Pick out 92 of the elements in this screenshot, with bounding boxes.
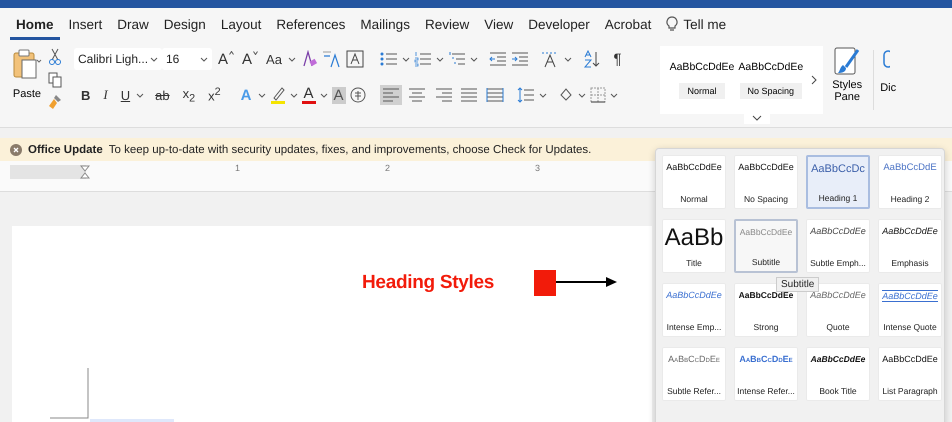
bullets-icon[interactable] (380, 51, 398, 67)
format-button[interactable]: x$^{2}$ (206, 86, 223, 104)
chevron-icon (200, 56, 208, 62)
font-color-button[interactable]: A (302, 86, 316, 104)
chevron-icon[interactable] (538, 92, 547, 98)
ruler-number: 3 (535, 163, 540, 173)
tooltip: Subtitle (776, 277, 820, 292)
chevron-icon[interactable] (136, 92, 144, 98)
multilevel-list-icon[interactable] (448, 51, 466, 67)
style-option[interactable]: AaBbCcDc Heading 1 (806, 155, 870, 209)
style-option[interactable]: AaBbCcDdEe Normal (662, 155, 726, 209)
styles-pane-button[interactable]: Styles Pane (827, 46, 868, 104)
style-option[interactable]: AaBbCcDdEe Subtle Emph... (806, 219, 870, 273)
scissors-icon[interactable] (49, 48, 61, 66)
ribbon-tab[interactable]: Acrobat (598, 10, 658, 40)
grow-font-button[interactable]: A (216, 50, 236, 68)
style-option[interactable]: AaBbCcDdEe No Spacing (734, 155, 798, 209)
update-message: To keep up-to-date with security updates, fixes, and improvements, choose Check for Updates. (108, 144, 592, 156)
style-option[interactable]: AaBbCcDdEe No Spacing (738, 61, 804, 99)
ribbon-tab[interactable]: Design (158, 10, 212, 40)
chevron-down-icon[interactable] (744, 112, 770, 124)
format-button[interactable]: U (118, 88, 132, 102)
format-button[interactable]: B (79, 88, 92, 102)
chevron-icon[interactable] (564, 56, 572, 62)
style-option[interactable]: AaBbCcDdEe Book Title (806, 347, 870, 401)
copy-icon[interactable] (48, 72, 62, 88)
ribbon-tab[interactable]: Review (418, 10, 476, 40)
clipboard-icon (12, 48, 42, 80)
numbering-icon[interactable] (414, 51, 432, 67)
chevron-icon (150, 56, 158, 62)
ribbon-tab[interactable]: Layout (214, 10, 268, 40)
paste-button[interactable]: Paste (10, 46, 44, 110)
phonetic-guide-icon[interactable] (322, 50, 342, 68)
margin-corner-icon (50, 368, 90, 420)
caret-up-icon (229, 50, 234, 54)
show-formatting-button[interactable]: ¶ (612, 50, 624, 68)
style-option[interactable]: AaBbCcDdEe List Paragraph (878, 347, 942, 401)
chevron-icon[interactable] (402, 56, 410, 62)
ruler-number: 1 (235, 163, 240, 173)
lightbulb-icon (666, 16, 678, 32)
character-border-icon[interactable] (346, 50, 364, 68)
chevron-icon[interactable] (320, 92, 328, 98)
ruler-number: 2 (385, 163, 390, 173)
chevron-icon[interactable] (470, 56, 478, 62)
ribbon-tab[interactable]: Draw (111, 10, 155, 40)
style-option[interactable]: AaBbCcDdEe Intense Emp... (662, 283, 726, 337)
ribbon-tab[interactable]: Mailings (354, 10, 416, 40)
indent-marker-icon[interactable] (80, 165, 90, 179)
font-name-dropdown[interactable]: Calibri Ligh... (74, 48, 162, 70)
chevron-icon[interactable] (258, 92, 266, 98)
ribbon-tab[interactable]: Insert (62, 10, 108, 40)
paintbrush-icon[interactable] (48, 94, 62, 110)
format-button[interactable]: I (101, 87, 110, 103)
style-option[interactable]: AaBbCcDdE Heading 2 (878, 155, 942, 209)
style-option[interactable]: AaBbCcDdEe Subtle Refer... (662, 347, 726, 401)
ribbon-tab[interactable]: References (270, 10, 352, 40)
style-option[interactable]: AaBbCcDdEe Intense Refer... (734, 347, 798, 401)
close-icon[interactable] (10, 144, 22, 156)
shrink-font-button[interactable]: A (240, 50, 260, 68)
font-size-dropdown[interactable]: 16 (162, 48, 212, 70)
style-option[interactable]: AaBbCcDdEe Normal (670, 61, 734, 99)
increase-indent-icon[interactable] (510, 51, 529, 67)
sort-icon[interactable] (582, 50, 601, 68)
change-case-button[interactable]: Aa (264, 52, 284, 66)
highlighter-icon[interactable] (270, 86, 286, 104)
ribbon-tab[interactable]: Developer (522, 10, 596, 40)
chevron-icon[interactable] (436, 56, 444, 62)
paintbrush-page-icon (834, 47, 860, 77)
style-option[interactable]: AaBbCcDdEe Emphasis (878, 219, 942, 273)
line-spacing-icon[interactable] (516, 87, 535, 103)
chevron-right-icon[interactable] (811, 75, 818, 85)
align-button[interactable] (484, 85, 506, 105)
format-button[interactable]: x$_{2}$ (180, 86, 198, 104)
format-button[interactable]: ab (153, 88, 172, 102)
dictate-button[interactable]: Dic (880, 50, 896, 94)
tell-me-button[interactable]: Tell me (660, 10, 732, 40)
chevron-icon[interactable] (290, 92, 298, 98)
annotation-label: Heading Styles (362, 272, 494, 294)
ribbon-tab[interactable]: View (478, 10, 520, 40)
update-title: Office Update (28, 144, 103, 156)
font-color-button[interactable]: A (332, 86, 346, 104)
enclose-character-icon[interactable] (350, 87, 366, 103)
chevron-icon[interactable] (610, 92, 618, 98)
decrease-indent-icon[interactable] (488, 51, 507, 67)
style-option[interactable]: AaBbCcDdEe Subtitle (734, 219, 798, 273)
style-option[interactable]: AaBbCcDdEe Intense Quote (878, 283, 942, 337)
chevron-icon[interactable] (288, 56, 296, 62)
align-button[interactable] (380, 85, 402, 105)
borders-icon[interactable] (590, 87, 606, 103)
caret-down-icon (253, 50, 258, 54)
chevron-icon[interactable] (578, 92, 586, 98)
style-option[interactable]: AaBb Title (662, 219, 726, 273)
